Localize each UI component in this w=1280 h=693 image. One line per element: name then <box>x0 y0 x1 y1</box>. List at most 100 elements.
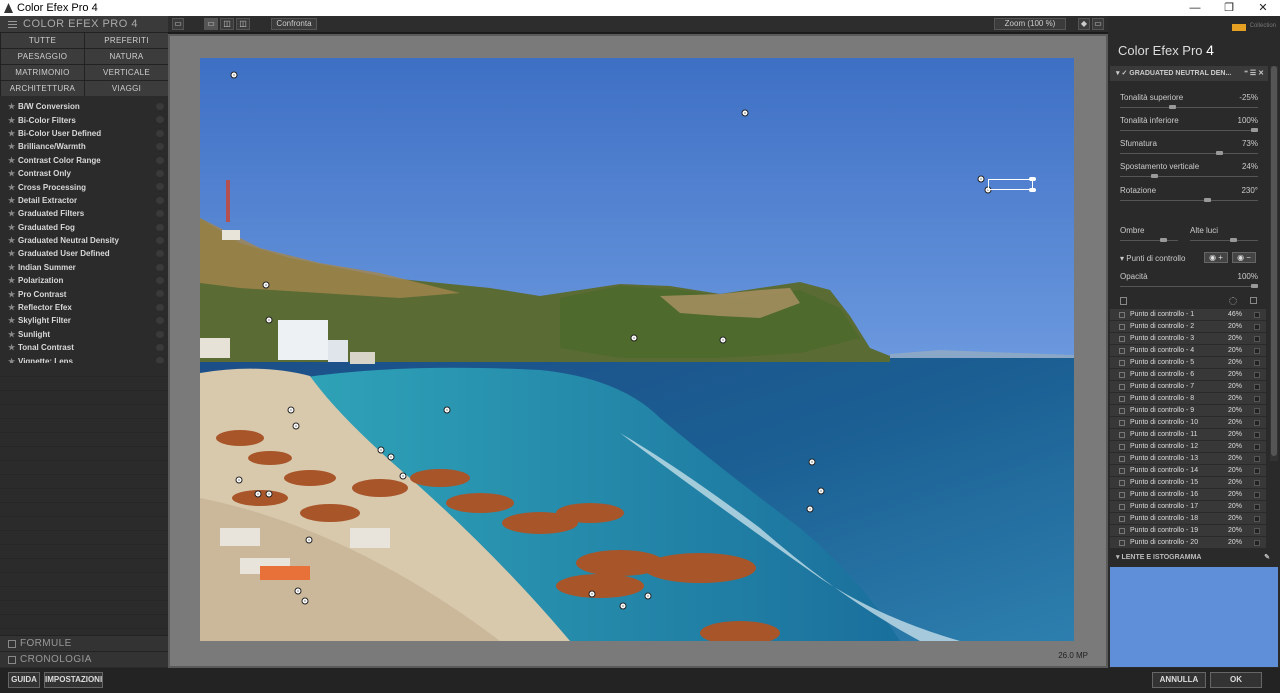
control-point-row[interactable]: Punto di controllo - 7 20% <box>1110 381 1266 393</box>
highlights-slider[interactable] <box>1190 238 1258 242</box>
filter-header[interactable]: ▾ ✓ GRADUATED NEUTRAL DEN... ⁼ ☰ ✕ <box>1110 66 1268 81</box>
control-point-row[interactable]: Punto di controllo - 13 20% <box>1110 453 1266 465</box>
visibility-checkbox[interactable] <box>1119 419 1125 426</box>
favorite-star-icon[interactable]: ★ <box>8 290 18 299</box>
favorite-star-icon[interactable]: ★ <box>8 209 18 218</box>
control-point-row[interactable]: Punto di controllo - 12 20% <box>1110 441 1266 453</box>
filter-list-item[interactable]: ★ Graduated Neutral Density <box>0 234 168 247</box>
control-point-marker[interactable] <box>399 472 407 480</box>
control-point-marker[interactable] <box>235 476 243 484</box>
slider-track[interactable] <box>1120 105 1258 109</box>
control-point-marker[interactable] <box>265 316 273 324</box>
mask-toggle[interactable] <box>1254 431 1260 438</box>
filter-list-item[interactable]: ★ Contrast Color Range <box>0 154 168 167</box>
control-point-marker[interactable] <box>292 422 300 430</box>
add-control-point-minus-button[interactable]: ◉ − <box>1232 252 1256 263</box>
visibility-checkbox[interactable] <box>1119 503 1125 510</box>
favorite-star-icon[interactable]: ★ <box>8 330 18 339</box>
scrollbar-thumb[interactable] <box>1271 66 1277 456</box>
mask-toggle[interactable] <box>1254 311 1260 318</box>
preview-eye-icon[interactable] <box>156 344 164 352</box>
filter-list-item[interactable]: ★ Cross Processing <box>0 180 168 193</box>
preview-eye-icon[interactable] <box>156 183 164 191</box>
control-point-marker[interactable] <box>443 406 451 414</box>
shadows-slider[interactable] <box>1120 238 1178 242</box>
gradient-end-handle[interactable] <box>1029 188 1036 192</box>
preview-eye-icon[interactable] <box>156 250 164 258</box>
control-point-row[interactable]: Punto di controllo - 9 20% <box>1110 405 1266 417</box>
lens-histogram-header[interactable]: ▾ LENTE E ISTOGRAMMA ✎ <box>1110 551 1278 565</box>
filter-list-item[interactable]: ★ Indian Summer <box>0 261 168 274</box>
mask-toggle[interactable] <box>1254 539 1260 546</box>
visibility-checkbox[interactable] <box>1119 395 1125 402</box>
favorite-star-icon[interactable]: ★ <box>8 102 18 111</box>
control-point-marker[interactable] <box>619 602 627 610</box>
preview-eye-icon[interactable] <box>156 156 164 164</box>
zoom-button[interactable]: Zoom (100 %) <box>994 18 1066 30</box>
slider-track[interactable] <box>1120 198 1258 202</box>
preview-eye-icon[interactable] <box>156 116 164 124</box>
control-point-row[interactable]: Punto di controllo - 14 20% <box>1110 465 1266 477</box>
control-point-marker[interactable] <box>644 592 652 600</box>
control-point-marker[interactable] <box>265 490 273 498</box>
toggle-right-panel-button[interactable]: ▭ <box>1092 18 1104 30</box>
control-point-marker[interactable] <box>719 336 727 344</box>
mask-toggle[interactable] <box>1254 323 1260 330</box>
control-point-row[interactable]: Punto di controllo - 18 20% <box>1110 513 1266 525</box>
mask-toggle[interactable] <box>1254 383 1260 390</box>
mask-toggle[interactable] <box>1254 527 1260 534</box>
ok-button[interactable]: OK <box>1210 672 1262 688</box>
close-window-button[interactable]: ✕ <box>1246 0 1280 16</box>
visibility-checkbox[interactable] <box>1119 359 1125 366</box>
favorite-star-icon[interactable]: ★ <box>8 236 18 245</box>
filter-list-item[interactable]: ★ Detail Extractor <box>0 194 168 207</box>
group-icon[interactable] <box>1229 297 1237 305</box>
mask-toggle[interactable] <box>1254 443 1260 450</box>
minimize-button[interactable]: — <box>1178 0 1212 16</box>
preview-eye-icon[interactable] <box>156 169 164 177</box>
preview-eye-icon[interactable] <box>156 236 164 244</box>
control-point-marker[interactable] <box>808 458 816 466</box>
preview-eye-icon[interactable] <box>156 196 164 204</box>
control-point-row[interactable]: Punto di controllo - 2 20% <box>1110 321 1266 333</box>
visibility-checkbox[interactable] <box>1119 515 1125 522</box>
restore-button[interactable]: ❐ <box>1212 0 1246 16</box>
control-point-marker[interactable] <box>287 406 295 414</box>
control-point-marker[interactable] <box>301 597 309 605</box>
preview-eye-icon[interactable] <box>156 263 164 271</box>
control-point-marker[interactable] <box>305 536 313 544</box>
control-point-row[interactable]: Punto di controllo - 3 20% <box>1110 333 1266 345</box>
favorite-star-icon[interactable]: ★ <box>8 142 18 151</box>
preview-eye-icon[interactable] <box>156 129 164 137</box>
control-point-marker[interactable] <box>741 109 749 117</box>
visibility-checkbox[interactable] <box>1119 443 1125 450</box>
control-point-row[interactable]: Punto di controllo - 1 46% <box>1110 309 1266 321</box>
visibility-checkbox[interactable] <box>1119 539 1125 546</box>
mask-toggle[interactable] <box>1254 335 1260 342</box>
slider-track[interactable] <box>1120 174 1258 178</box>
slider-track[interactable] <box>1120 151 1258 155</box>
preview-eye-icon[interactable] <box>156 330 164 338</box>
filter-list-item[interactable]: ★ Graduated User Defined <box>0 247 168 260</box>
control-point-row[interactable]: Punto di controllo - 15 20% <box>1110 477 1266 489</box>
mask-toggle[interactable] <box>1254 407 1260 414</box>
mask-icon[interactable] <box>1250 297 1257 304</box>
history-section[interactable]: CRONOLOGIA <box>0 651 168 667</box>
select-all-icon[interactable] <box>1120 297 1127 305</box>
add-control-point-plus-button[interactable]: ◉ + <box>1204 252 1228 263</box>
visibility-checkbox[interactable] <box>1119 407 1125 414</box>
background-color-button[interactable]: ◆ <box>1078 18 1090 30</box>
slider-track[interactable] <box>1120 128 1258 132</box>
menu-icon[interactable] <box>8 20 17 28</box>
slider-knob[interactable] <box>1204 198 1211 202</box>
control-point-marker[interactable] <box>817 487 825 495</box>
control-point-marker[interactable] <box>254 490 262 498</box>
mask-toggle[interactable] <box>1254 359 1260 366</box>
gradient-end-handle[interactable] <box>1029 177 1036 181</box>
preview-eye-icon[interactable] <box>156 103 164 110</box>
visibility-checkbox[interactable] <box>1119 431 1125 438</box>
control-point-row[interactable]: Punto di controllo - 11 20% <box>1110 429 1266 441</box>
favorite-star-icon[interactable]: ★ <box>8 276 18 285</box>
category-tab-architettura[interactable]: ARCHITETTURA <box>1 81 84 96</box>
control-point-row[interactable]: Punto di controllo - 16 20% <box>1110 489 1266 501</box>
